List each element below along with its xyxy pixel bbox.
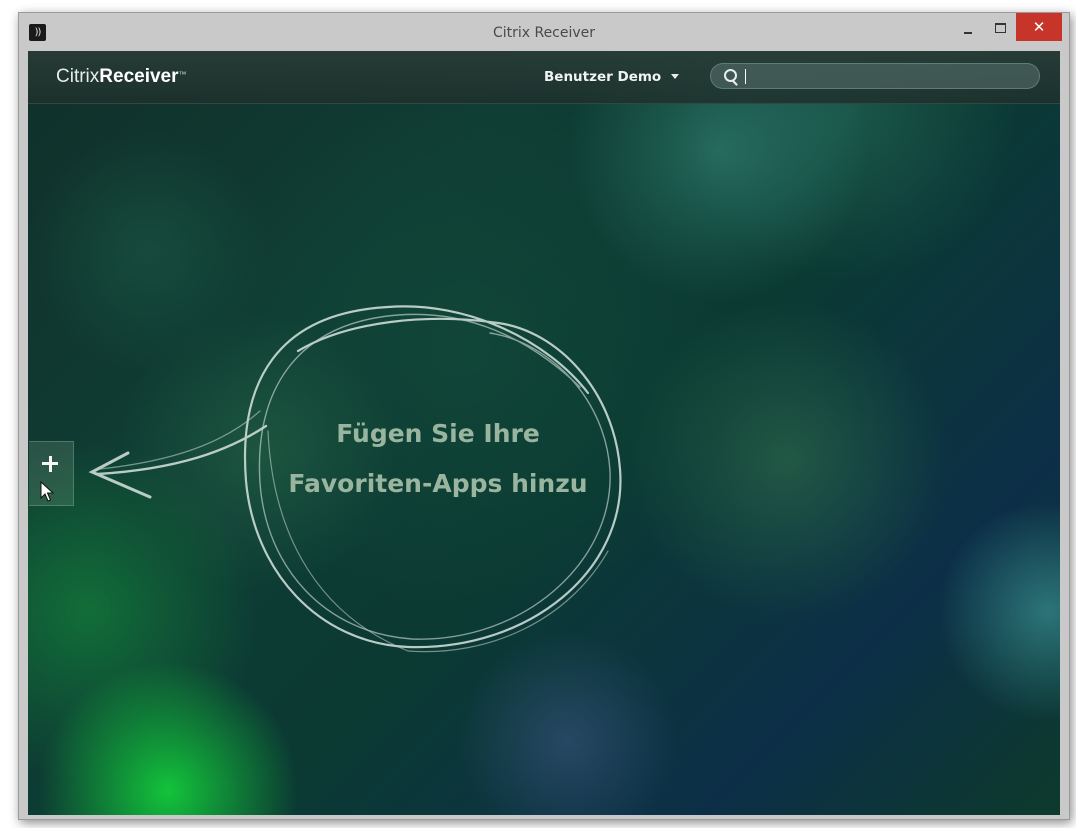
brand-logo: CitrixReceiver™ (56, 65, 187, 89)
close-button[interactable]: ✕ (1016, 13, 1062, 41)
search-input[interactable] (745, 67, 1029, 87)
user-menu-label: Benutzer Demo (544, 69, 662, 85)
chalk-tail (96, 424, 268, 476)
app-window: )) Citrix Receiver ✕ CitrixReceiver™ Ben… (18, 12, 1070, 820)
minimize-button[interactable] (954, 13, 982, 43)
plus-icon (40, 454, 60, 474)
chalk-tail-inner (99, 410, 261, 470)
brand-receiver: Receiver (99, 66, 179, 87)
window-title: Citrix Receiver (492, 25, 596, 41)
user-menu[interactable]: Benutzer Demo (544, 65, 680, 89)
add-favorites-button[interactable] (29, 441, 74, 506)
mouse-pointer-icon (40, 481, 54, 502)
empty-state-callout: Fügen Sie Ihre Favoriten-Apps hinzu (243, 409, 633, 509)
chalk-arrowhead (88, 451, 152, 499)
brand-trademark: ™ (178, 70, 187, 79)
receiver-content: CitrixReceiver™ Benutzer Demo Fügen Sie … (28, 51, 1060, 815)
minimize-icon (964, 32, 972, 34)
maximize-icon (994, 23, 1006, 33)
maximize-button[interactable] (986, 13, 1014, 43)
chevron-down-icon (671, 73, 680, 79)
header-bar: CitrixReceiver™ Benutzer Demo (28, 51, 1060, 104)
text-cursor (745, 69, 746, 84)
callout-line-2: Favoriten-Apps hinzu (288, 469, 588, 498)
search-icon[interactable] (724, 69, 737, 82)
callout-line-1: Fügen Sie Ihre (336, 419, 540, 448)
title-bar[interactable]: )) Citrix Receiver ✕ (19, 13, 1069, 51)
search-box[interactable] (710, 63, 1040, 89)
brand-citrix: Citrix (56, 66, 100, 87)
